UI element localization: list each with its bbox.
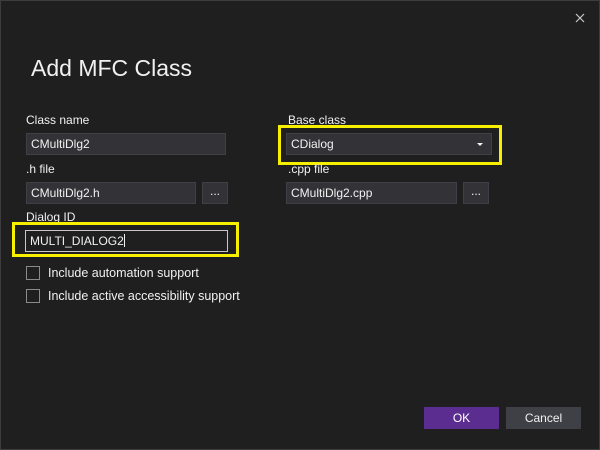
class-name-field[interactable]: CMultiDlg2 [26,133,226,155]
h-file-field[interactable]: CMultiDlg2.h [26,182,196,204]
dialog-title: Add MFC Class [31,55,193,81]
class-name-label: Class name [26,113,90,127]
automation-support-option[interactable]: Include automation support [26,266,199,280]
dialog-id-field[interactable]: MULTI_DIALOG2 [25,230,228,252]
accessibility-support-label: Include active accessibility support [48,289,240,303]
base-class-select[interactable]: CDialog [286,133,492,155]
base-class-value: CDialog [291,137,334,151]
accessibility-support-checkbox[interactable] [26,289,40,303]
ok-button[interactable]: OK [424,407,499,429]
chevron-down-icon [477,143,483,146]
cancel-button[interactable]: Cancel [506,407,581,429]
accessibility-support-option[interactable]: Include active accessibility support [26,289,240,303]
h-file-label: .h file [26,162,55,176]
automation-support-checkbox[interactable] [26,266,40,280]
dialog-id-value: MULTI_DIALOG2 [30,234,124,248]
automation-support-label: Include automation support [48,266,199,280]
close-icon [575,13,585,23]
add-mfc-class-dialog: Add MFC Class Class name CMultiDlg2 Base… [0,0,600,450]
cpp-file-label: .cpp file [288,162,330,176]
h-file-browse-button[interactable]: ... [202,182,228,204]
close-button[interactable] [571,9,589,27]
text-caret [123,234,125,247]
cpp-file-browse-button[interactable]: ... [463,182,489,204]
cpp-file-field[interactable]: CMultiDlg2.cpp [286,182,457,204]
